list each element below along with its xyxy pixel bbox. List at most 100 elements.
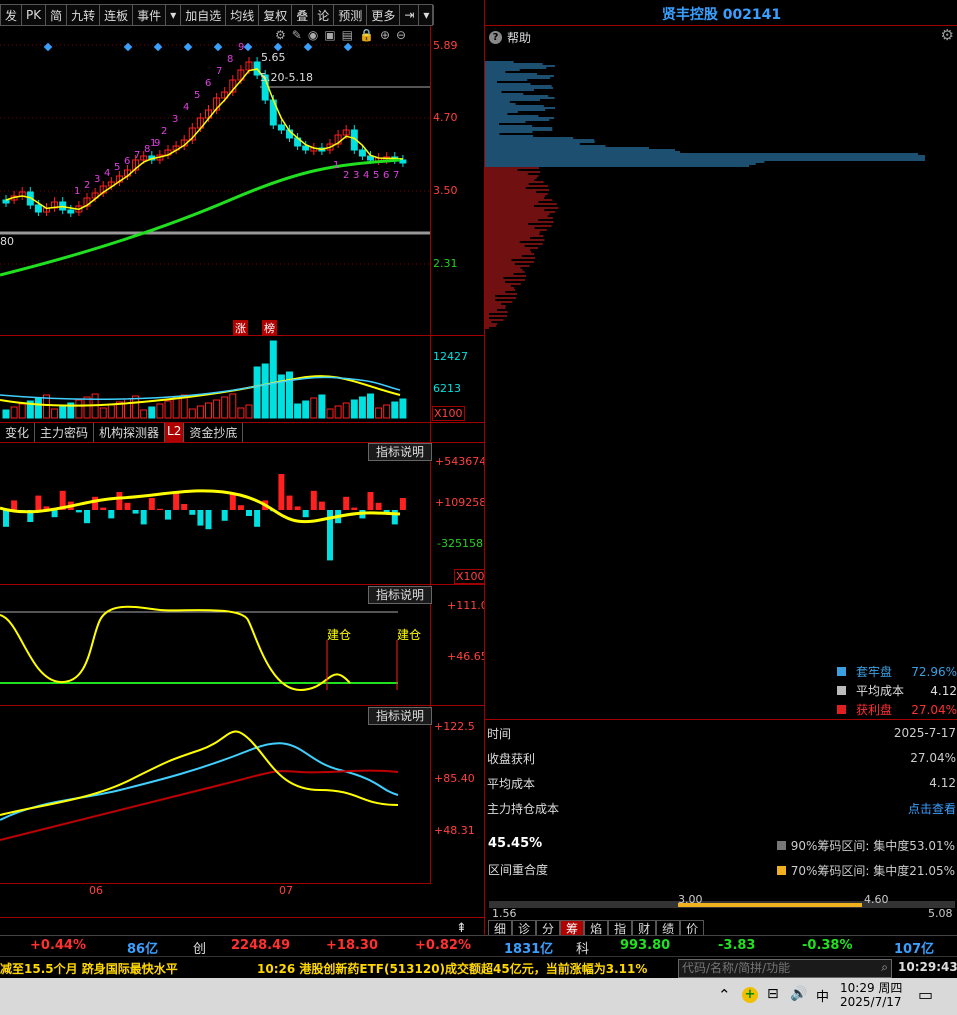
td-sequence-mark: 4 [183,102,189,113]
volume-bar [383,404,391,419]
volume-icon[interactable]: 🔊 [790,986,807,1002]
ind3-axis-label: +122.5 [434,720,475,733]
flow-bar [181,504,188,510]
ind1-axis-label: +543674 [435,455,487,468]
volume-bar [302,400,310,419]
chevron-up-icon[interactable]: ⌃ [718,986,731,1004]
indicator-help-button[interactable]: 指标说明 [368,586,432,604]
build-position-mark: 建仓 [327,628,352,642]
scale-label: 3.00 [678,893,703,906]
price-axis-label: 4.70 [433,111,458,124]
chinext-pct: +0.82% [415,938,471,953]
ime-indicator[interactable]: 中 [816,986,829,1005]
scale-label: 4.60 [864,893,889,906]
flow-bar [51,510,58,518]
indicator-help-button[interactable]: 指标说明 [368,707,432,725]
search-box[interactable]: ⌕ [678,959,892,978]
price-axis-label: 3.50 [433,184,458,197]
signal-diamond [123,42,133,52]
tab-l2-badge[interactable]: L2 [165,423,185,442]
left-price-note: 80 [0,235,14,248]
kline-chart[interactable]: 12345678912345678912 3 4 5 6 7 [0,0,484,935]
tab-change[interactable]: 变化 [0,423,36,442]
ind1-axis-label: +109258 [435,496,487,509]
taskbar-date[interactable]: 2025/7/17 [840,995,902,1009]
volume-bar [205,402,212,419]
chip-info-row: 收盘获利 27.04% [487,747,956,769]
td-sequence-mark: 7 [216,66,222,77]
flow-bar [100,507,107,510]
ma-long-line [0,158,401,277]
volume-bar [164,400,172,419]
flow-bar [148,498,155,510]
signal-diamond [273,42,283,52]
ind3-axis-label: +85.40 [434,772,475,785]
tab-main-code[interactable]: 主力密码 [35,423,95,442]
taskbar-time[interactable]: 10:29 周四 [840,979,902,996]
legend-label: 获利盘 [856,703,893,717]
index-ticker-bar[interactable]: +0.44% 86亿 创 2248.49 +18.30 +0.82% 1831亿… [0,935,957,957]
flow-bar [367,492,374,510]
high-price-note: 5.65 [261,51,286,64]
conc-swatch [776,841,786,850]
conc-label: 70%筹码区间: 集中度21.05% [790,864,955,878]
signal-diamond [153,42,163,52]
flow-bar [84,510,90,524]
volume-bar [2,409,10,419]
legend-swatch [837,686,846,695]
volume-bar [342,402,350,419]
chinext-amount: 1831亿 [504,942,554,957]
limit-up-badge[interactable]: 涨 [233,320,248,336]
volume-bar [237,407,245,419]
signal-diamond [213,42,223,52]
flow-bar [343,496,350,510]
flow-bar [189,510,196,515]
signal-diamond [243,42,253,52]
td-sequence-mark: 3 [172,114,178,125]
legend-row: 套牢盘 72.96% [837,662,957,681]
volume-bar [18,403,26,419]
ma5-line [5,68,403,211]
flow-bar [278,474,285,510]
ma-line-red [0,769,399,841]
stock-code: 002141 [722,7,782,23]
flow-bar [302,510,309,518]
rank-badge[interactable]: 榜 [262,320,277,336]
price-axis-label: 5.89 [433,39,458,52]
flow-bar [294,506,301,510]
legend-row: 平均成本 4.12 [837,681,957,700]
network-icon[interactable]: ⊟ [767,986,779,1002]
chip-info-label: 主力持仓成本 [487,801,560,816]
signal-line [0,605,351,692]
td-sequence-mark: 3 [353,170,359,181]
news-center[interactable]: 10:26 港股创新药ETF(513120)成交额超45亿元，当前涨幅为3.11… [257,960,647,977]
volume-bar [326,408,334,419]
news-left[interactable]: 减至15.5个月 跻身国际最快水平 [0,960,178,977]
scale-label: 5.08 [928,907,953,920]
pin-icon[interactable]: ⇞ [456,921,467,936]
volume-bar [350,399,358,419]
tab-bottom-fishing[interactable]: 资金抄底 [184,423,244,442]
chip-info-row[interactable]: 主力持仓成本 点击查看 [487,797,956,819]
search-input[interactable] [679,960,875,975]
chart-area[interactable]: 发 PK 简九转 连板 事件 ▾ 加自选 均线 复权叠论预测 更多 ⇥ ▾ ⚙✎◉▣▤🔒⊕⊖ 1234… [0,0,488,936]
indicator-help-button[interactable]: 指标说明 [368,443,432,461]
news-bar[interactable]: 减至15.5个月 跻身国际最快水平 10:26 港股创新药ETF(513120)… [0,956,957,979]
td-sequence-mark: 1 [74,186,80,197]
volume-axis-label: 12427 [433,350,468,363]
chip-info-value[interactable]: 点击查看 [908,800,956,817]
index-pct: +0.44% [30,938,86,953]
td-sequence-mark: 5 [373,170,379,181]
panel-divider [485,719,957,720]
conc-label: 90%筹码区间: 集中度53.01% [790,839,955,853]
td-sequence-mark: 4 [363,170,369,181]
td-sequence-mark: 1 [333,160,339,171]
vol-ma-line [0,375,401,407]
tab-institution[interactable]: 机构探测器 [94,423,166,442]
volume-bar [221,396,229,419]
notification-icon[interactable]: ▭ [918,985,933,1004]
ind1-axis-label: -325158 [437,537,483,550]
search-icon[interactable]: ⌕ [881,960,888,975]
chip-panel[interactable]: 贤丰控股 002141 ? 帮助 ⚙ 套牢盘 72.96% 平均成本 4.12 获利盘 2… [484,0,957,935]
app-tray-icon[interactable]: + [742,987,758,1003]
